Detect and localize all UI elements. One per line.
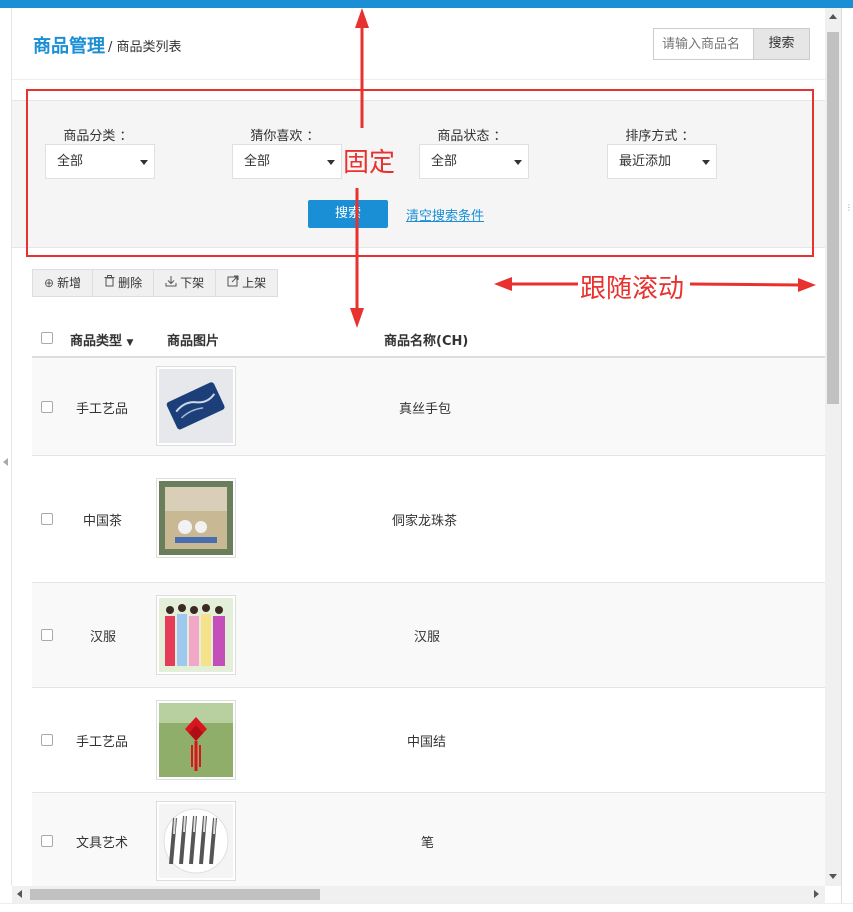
scroll-right-icon[interactable] [814, 890, 819, 898]
vertical-scrollbar[interactable] [825, 8, 841, 886]
scroll-left-icon[interactable] [17, 890, 22, 898]
arrow-left-head [494, 277, 512, 291]
bottom-strip [0, 903, 853, 912]
vertical-scroll-thumb[interactable] [827, 32, 839, 404]
arrow-right-line [689, 282, 801, 287]
arrow-right-head [798, 278, 816, 292]
horizontal-scrollbar[interactable] [12, 886, 825, 903]
scroll-up-icon[interactable] [829, 14, 837, 19]
right-resize-gutter[interactable]: ⋮ [841, 8, 853, 912]
arrow-up-head [355, 8, 369, 28]
annotation-overlay [350, 8, 816, 328]
arrow-down-head [350, 308, 364, 328]
resize-handle-icon[interactable]: ⋮ [845, 204, 853, 212]
horizontal-scroll-thumb[interactable] [30, 889, 320, 900]
annotation-fixed: 固定 [343, 148, 396, 178]
scroll-down-icon[interactable] [829, 874, 837, 879]
annotation-follow-scroll: 跟随滚动 [580, 274, 685, 304]
